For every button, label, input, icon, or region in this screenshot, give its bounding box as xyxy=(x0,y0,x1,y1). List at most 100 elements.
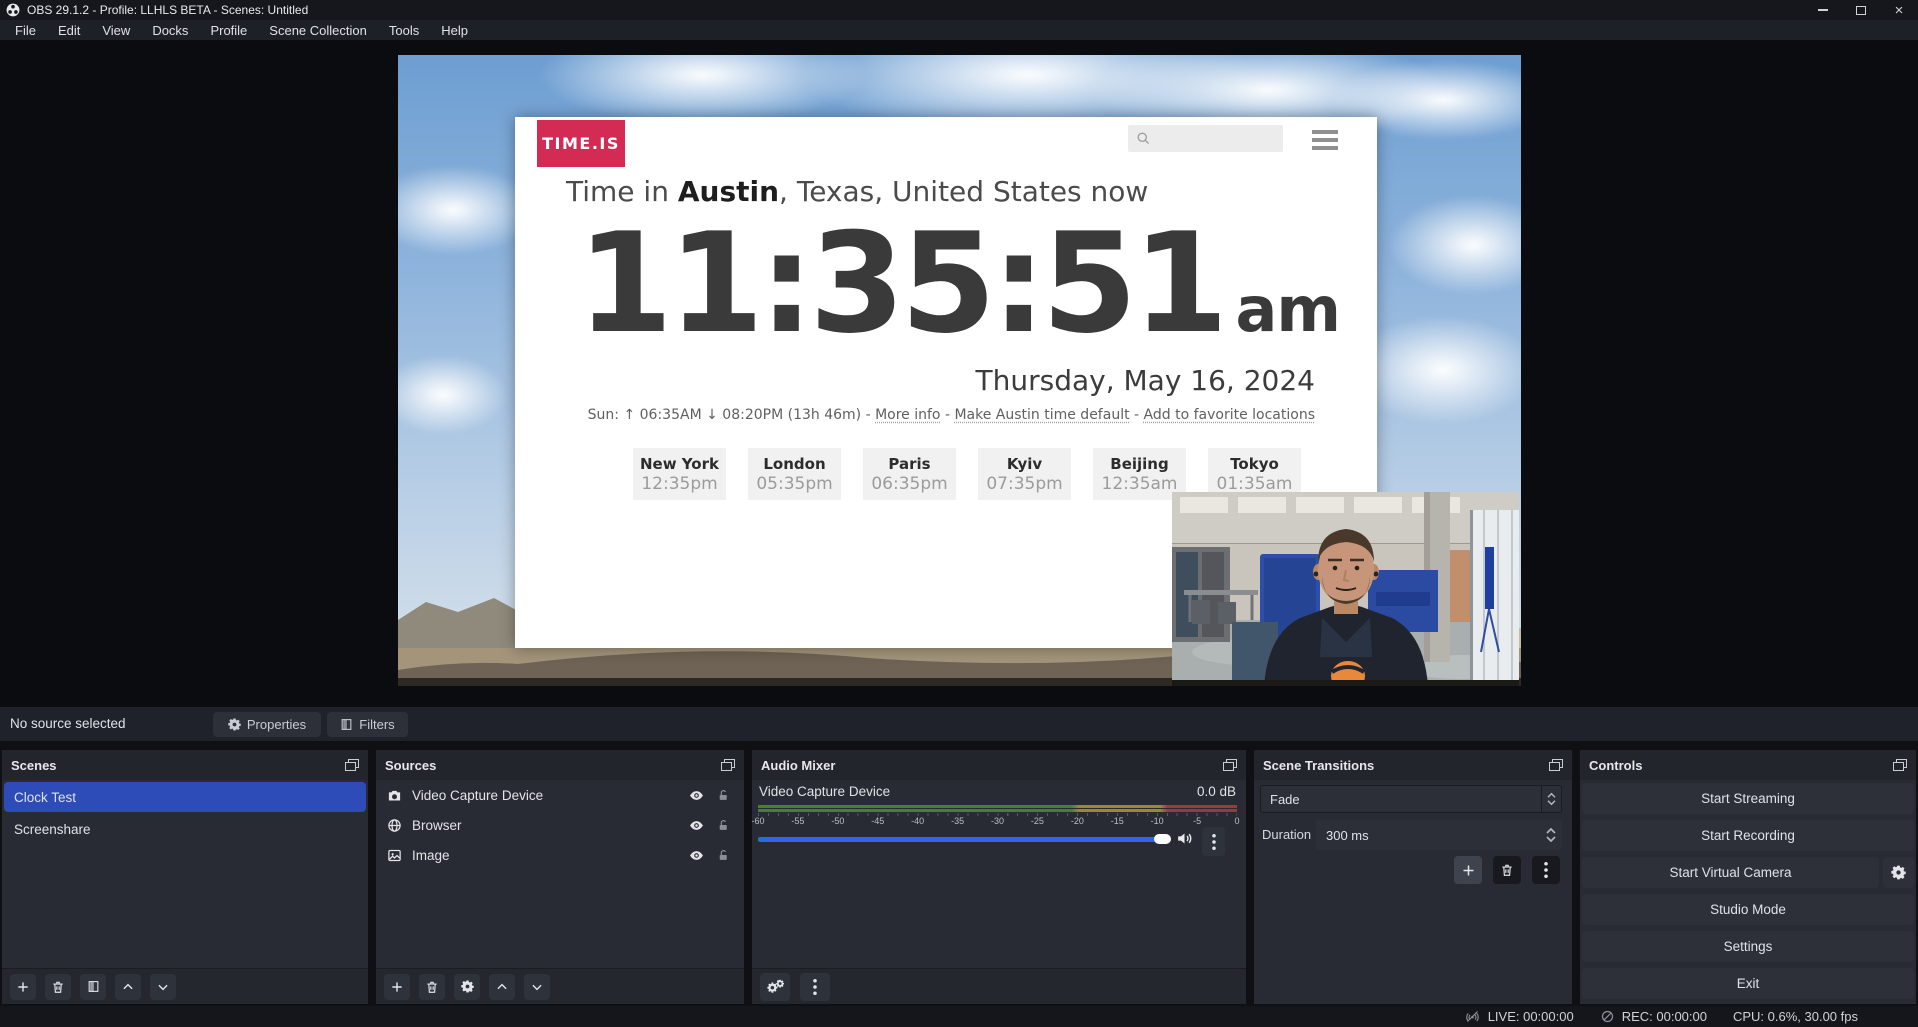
city-box: Paris06:35pm xyxy=(863,448,956,500)
arrow-up-icon xyxy=(495,980,509,994)
live-status: LIVE: 00:00:00 xyxy=(1464,1009,1574,1024)
settings-button[interactable]: Settings xyxy=(1582,931,1914,962)
move-source-down-button[interactable] xyxy=(524,974,550,1000)
transition-select[interactable]: Fade xyxy=(1260,785,1562,813)
start-recording-button[interactable]: Start Recording xyxy=(1582,820,1914,851)
filters-button[interactable]: Filters xyxy=(327,712,408,737)
speaker-icon[interactable] xyxy=(1176,830,1193,847)
obs-logo-icon xyxy=(6,3,20,17)
popout-icon[interactable] xyxy=(1893,759,1907,771)
add-scene-button[interactable] xyxy=(10,974,36,1000)
add-source-button[interactable] xyxy=(384,974,410,1000)
spinner-icon[interactable] xyxy=(1540,828,1562,842)
start-streaming-button[interactable]: Start Streaming xyxy=(1582,783,1914,814)
add-transition-button[interactable] xyxy=(1454,856,1482,884)
volume-slider-handle[interactable] xyxy=(1154,834,1171,844)
arrow-up-icon xyxy=(121,980,135,994)
close-button[interactable]: × xyxy=(1880,0,1918,20)
gear-icon xyxy=(228,718,241,731)
source-item-image[interactable]: Image xyxy=(376,840,744,870)
popout-icon[interactable] xyxy=(1549,759,1563,771)
scenes-panel: Scenes Clock Test Screenshare xyxy=(2,750,368,1004)
lock-open-icon[interactable] xyxy=(717,788,730,803)
menu-item-profile[interactable]: Profile xyxy=(199,23,258,38)
volume-slider[interactable] xyxy=(758,837,1170,842)
trash-icon xyxy=(51,980,65,994)
status-bar: LIVE: 00:00:00 REC: 00:00:00 CPU: 0.6%, … xyxy=(0,1006,1918,1027)
broadcast-off-icon xyxy=(1464,1009,1481,1024)
menu-item-view[interactable]: View xyxy=(91,23,141,38)
cloud xyxy=(1388,195,1521,295)
remove-transition-button[interactable] xyxy=(1493,856,1521,884)
transition-menu-button[interactable] xyxy=(1532,856,1560,884)
menu-item-tools[interactable]: Tools xyxy=(378,23,430,38)
city-box: New York12:35pm xyxy=(633,448,726,500)
duration-label: Duration xyxy=(1262,827,1311,842)
search-icon xyxy=(1136,131,1151,146)
popout-icon[interactable] xyxy=(721,759,735,771)
lock-open-icon[interactable] xyxy=(717,848,730,863)
timeis-search-box xyxy=(1128,125,1283,152)
menu-item-edit[interactable]: Edit xyxy=(47,23,91,38)
advanced-audio-button[interactable] xyxy=(760,973,790,1001)
gear-icon xyxy=(461,980,474,993)
title-bar: OBS 29.1.2 - Profile: LLHLS BETA - Scene… xyxy=(0,0,1918,20)
popout-icon[interactable] xyxy=(345,759,359,771)
mixer-channel-name: Video Capture Device xyxy=(759,784,890,799)
scenes-toolbar xyxy=(2,968,368,1004)
menu-item-help[interactable]: Help xyxy=(430,23,479,38)
move-scene-up-button[interactable] xyxy=(115,974,141,1000)
cpu-status: CPU: 0.6%, 30.00 fps xyxy=(1733,1009,1858,1024)
eye-icon[interactable] xyxy=(688,818,705,833)
timeis-time: 11:35:51 xyxy=(577,203,1224,364)
timeis-date: Thursday, May 16, 2024 xyxy=(976,364,1315,397)
source-item-video-capture[interactable]: Video Capture Device xyxy=(376,780,744,810)
mixer-channel-menu-button[interactable] xyxy=(1202,827,1225,856)
kebab-icon xyxy=(1544,862,1548,878)
remove-source-button[interactable] xyxy=(419,974,445,1000)
window-title: OBS 29.1.2 - Profile: LLHLS BETA - Scene… xyxy=(27,3,308,17)
advanced-audio-icon xyxy=(767,979,784,994)
popout-icon[interactable] xyxy=(1223,759,1237,771)
start-virtual-camera-button[interactable]: Start Virtual Camera xyxy=(1582,857,1879,888)
cloud xyxy=(398,355,508,435)
audio-mixer-panel: Audio Mixer Video Capture Device 0.0 dB … xyxy=(752,750,1246,1004)
mixer-db-value: 0.0 dB xyxy=(1197,784,1236,799)
move-scene-down-button[interactable] xyxy=(150,974,176,1000)
timeis-logo: TIME.IS xyxy=(537,120,625,167)
restore-button[interactable] xyxy=(1842,0,1880,20)
sources-panel: Sources Video Capture Device Browser Ima… xyxy=(376,750,744,1004)
eye-icon[interactable] xyxy=(688,788,705,803)
duration-input[interactable]: 300 ms xyxy=(1316,820,1562,850)
studio-mode-button[interactable]: Studio Mode xyxy=(1582,894,1914,925)
scenes-panel-header: Scenes xyxy=(2,750,368,780)
exit-button[interactable]: Exit xyxy=(1582,968,1914,999)
menu-item-docks[interactable]: Docks xyxy=(141,23,199,38)
filters-icon xyxy=(87,980,100,993)
transitions-panel-header: Scene Transitions xyxy=(1254,750,1572,780)
scene-filters-button[interactable] xyxy=(80,974,106,1000)
trash-icon xyxy=(1500,863,1514,877)
mixer-panel-header: Audio Mixer xyxy=(752,750,1246,780)
preview-canvas[interactable]: TIME.IS Time in Austin, Texas, United St… xyxy=(398,55,1521,686)
camera-icon xyxy=(387,788,402,803)
scene-item-screenshare[interactable]: Screenshare xyxy=(4,814,366,844)
timeis-clock: 11:35:51am xyxy=(577,203,1340,364)
eye-icon[interactable] xyxy=(688,848,705,863)
virtual-camera-settings-button[interactable] xyxy=(1883,857,1914,888)
menu-item-scene-collection[interactable]: Scene Collection xyxy=(258,23,378,38)
minimize-button[interactable] xyxy=(1804,0,1842,20)
scene-item-clock-test[interactable]: Clock Test xyxy=(4,782,366,812)
plus-icon xyxy=(390,980,404,994)
preview-zone: TIME.IS Time in Austin, Texas, United St… xyxy=(0,40,1918,707)
properties-button[interactable]: Properties xyxy=(213,712,321,737)
move-source-up-button[interactable] xyxy=(489,974,515,1000)
webcam-overlay xyxy=(1172,492,1519,686)
kebab-icon xyxy=(1212,834,1216,850)
remove-scene-button[interactable] xyxy=(45,974,71,1000)
menu-item-file[interactable]: File xyxy=(4,23,47,38)
source-item-browser[interactable]: Browser xyxy=(376,810,744,840)
lock-open-icon[interactable] xyxy=(717,818,730,833)
source-properties-button[interactable] xyxy=(454,974,480,1000)
mixer-menu-button[interactable] xyxy=(800,973,830,1001)
